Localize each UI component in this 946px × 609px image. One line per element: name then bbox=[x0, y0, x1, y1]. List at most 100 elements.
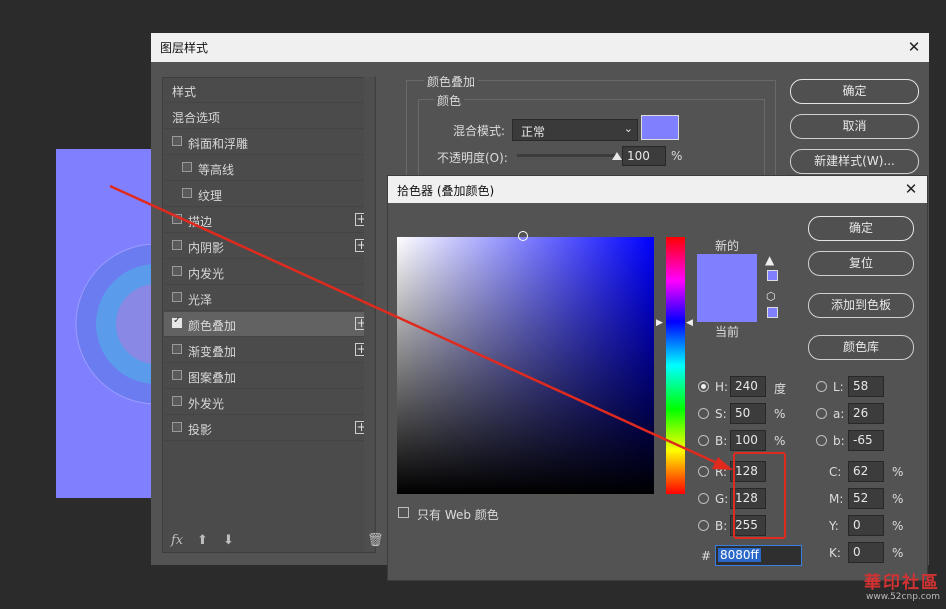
channel-key: L: bbox=[833, 380, 844, 394]
style-list-item[interactable]: 光泽 bbox=[164, 286, 374, 311]
gamut-swatch[interactable] bbox=[767, 270, 778, 281]
style-list-item[interactable]: 混合选项 bbox=[164, 104, 374, 129]
style-list-item[interactable]: 图案叠加 bbox=[164, 364, 374, 389]
channel-unit: % bbox=[892, 546, 904, 560]
web-safe-cube-icon[interactable]: ⬡ bbox=[766, 290, 776, 303]
style-list-item[interactable]: 纹理 bbox=[164, 182, 374, 207]
style-list-item[interactable]: 等高线 bbox=[164, 156, 374, 181]
style-list-item[interactable]: 渐变叠加 + bbox=[164, 338, 374, 363]
style-checkbox[interactable] bbox=[172, 396, 182, 406]
channel-input[interactable]: 52 bbox=[848, 488, 884, 509]
warning-triangle-icon[interactable]: ▲ bbox=[765, 253, 774, 267]
ok-button[interactable]: 确定 bbox=[790, 79, 919, 104]
channel-unit: % bbox=[892, 519, 904, 533]
hex-input[interactable]: 8080ff bbox=[715, 545, 802, 566]
channel-radio[interactable] bbox=[698, 466, 709, 477]
style-checkbox[interactable] bbox=[172, 214, 182, 224]
style-checkbox[interactable] bbox=[172, 266, 182, 276]
hue-slider-left-arrow[interactable]: ▶ bbox=[656, 318, 663, 328]
channel-input[interactable]: 50 bbox=[730, 403, 766, 424]
channel-input[interactable]: 26 bbox=[848, 403, 884, 424]
web-colors-checkbox[interactable] bbox=[398, 507, 409, 518]
close-icon[interactable]: ✕ bbox=[906, 39, 922, 55]
channel-unit: % bbox=[774, 407, 786, 421]
channel-input[interactable]: 100 bbox=[730, 430, 766, 451]
channel-radio[interactable] bbox=[698, 493, 709, 504]
web-safe-swatch[interactable] bbox=[767, 307, 778, 318]
color-field-marker[interactable] bbox=[518, 231, 528, 241]
new-style-button[interactable]: 新建样式(W)... bbox=[790, 149, 919, 174]
style-list-label: 纹理 bbox=[198, 189, 223, 203]
style-list-item[interactable]: 内阴影 + bbox=[164, 234, 374, 259]
lab-fields: L: 58 a: 26 b: -65 bbox=[816, 376, 916, 456]
reset-button[interactable]: 复位 bbox=[808, 251, 914, 276]
saturation-brightness-field[interactable] bbox=[397, 231, 654, 494]
watermark-url: www.52cnp.com bbox=[865, 592, 940, 602]
style-list: 样式混合选项斜面和浮雕等高线纹理描边+内阴影+ 内发光光泽颜色叠加+渐变叠加+ 图案… bbox=[162, 77, 376, 553]
channel-radio[interactable] bbox=[698, 520, 709, 531]
style-list-item[interactable]: 投影 + bbox=[164, 416, 374, 441]
opacity-input[interactable]: 100 bbox=[622, 146, 666, 166]
style-checkbox[interactable] bbox=[172, 315, 182, 328]
style-list-item[interactable]: 样式 bbox=[164, 78, 374, 103]
style-checkbox[interactable] bbox=[172, 344, 182, 354]
style-checkbox[interactable] bbox=[172, 422, 182, 432]
channel-radio[interactable] bbox=[698, 408, 709, 419]
style-checkbox[interactable] bbox=[182, 188, 192, 198]
channel-input[interactable]: 240 bbox=[730, 376, 766, 397]
move-down-icon[interactable]: ⬇ bbox=[223, 533, 234, 548]
style-list-item[interactable]: 颜色叠加+ bbox=[164, 312, 374, 337]
cmyk-fields: C: 62% M: 52% Y: 0% K: 0% bbox=[816, 461, 926, 571]
style-checkbox[interactable] bbox=[182, 162, 192, 172]
style-list-item[interactable]: 描边 + bbox=[164, 208, 374, 233]
channel-radio[interactable] bbox=[816, 381, 827, 392]
channel-input[interactable]: 0 bbox=[848, 515, 884, 536]
trash-icon[interactable]: 🗑 bbox=[367, 533, 384, 548]
color-libraries-button[interactable]: 颜色库 bbox=[808, 335, 914, 360]
hsb-fields: H: 240 度 S: 50% B: 100% bbox=[698, 376, 798, 456]
style-list-label: 斜面和浮雕 bbox=[188, 137, 249, 151]
channel-key: C: bbox=[829, 465, 842, 479]
channel-radio[interactable] bbox=[816, 435, 827, 446]
color-picker-titlebar: 拾色器 (叠加颜色) ✕ bbox=[388, 176, 927, 203]
style-checkbox[interactable] bbox=[172, 240, 182, 250]
channel-key: B: bbox=[715, 434, 728, 448]
web-colors-label: 只有 Web 颜色 bbox=[417, 508, 499, 522]
move-up-icon[interactable]: ⬆ bbox=[197, 533, 208, 548]
style-list-label: 内阴影 bbox=[188, 241, 225, 255]
channel-radio[interactable] bbox=[698, 381, 709, 392]
style-list-label: 外发光 bbox=[188, 397, 225, 411]
close-icon[interactable]: ✕ bbox=[903, 181, 919, 197]
style-checkbox[interactable] bbox=[172, 370, 182, 380]
opacity-slider-thumb[interactable] bbox=[612, 152, 622, 160]
channel-radio[interactable] bbox=[698, 435, 709, 446]
hue-slider-right-arrow[interactable]: ◀ bbox=[686, 318, 693, 328]
style-list-item[interactable]: 内发光 bbox=[164, 260, 374, 285]
channel-input[interactable]: 62 bbox=[848, 461, 884, 482]
cancel-button[interactable]: 取消 bbox=[790, 114, 919, 139]
style-list-item[interactable]: 外发光 bbox=[164, 390, 374, 415]
channel-key: M: bbox=[829, 492, 844, 506]
hex-label: # bbox=[701, 549, 712, 563]
channel-key: G: bbox=[715, 492, 729, 506]
style-list-label: 内发光 bbox=[188, 267, 225, 281]
chevron-down-icon: ⌄ bbox=[623, 122, 633, 135]
ok-button[interactable]: 确定 bbox=[808, 216, 914, 241]
hue-slider[interactable] bbox=[666, 237, 685, 494]
style-checkbox[interactable] bbox=[172, 136, 182, 146]
style-list-label: 光泽 bbox=[188, 293, 213, 307]
overlay-color-swatch[interactable] bbox=[641, 115, 679, 140]
opacity-slider-track[interactable] bbox=[517, 154, 617, 157]
channel-input[interactable]: 0 bbox=[848, 542, 884, 563]
style-list-scrollbar[interactable] bbox=[364, 77, 374, 551]
channel-input[interactable]: -65 bbox=[848, 430, 884, 451]
style-list-item[interactable]: 斜面和浮雕 bbox=[164, 130, 374, 155]
style-checkbox[interactable] bbox=[172, 292, 182, 302]
annotation-highlight-box bbox=[733, 452, 786, 539]
add-to-swatches-button[interactable]: 添加到色板 bbox=[808, 293, 914, 318]
fx-icon[interactable]: fx bbox=[171, 533, 183, 548]
current-color-swatch[interactable] bbox=[697, 288, 757, 322]
channel-input[interactable]: 58 bbox=[848, 376, 884, 397]
channel-radio[interactable] bbox=[816, 408, 827, 419]
blend-mode-dropdown[interactable]: 正常 ⌄ bbox=[512, 119, 638, 141]
